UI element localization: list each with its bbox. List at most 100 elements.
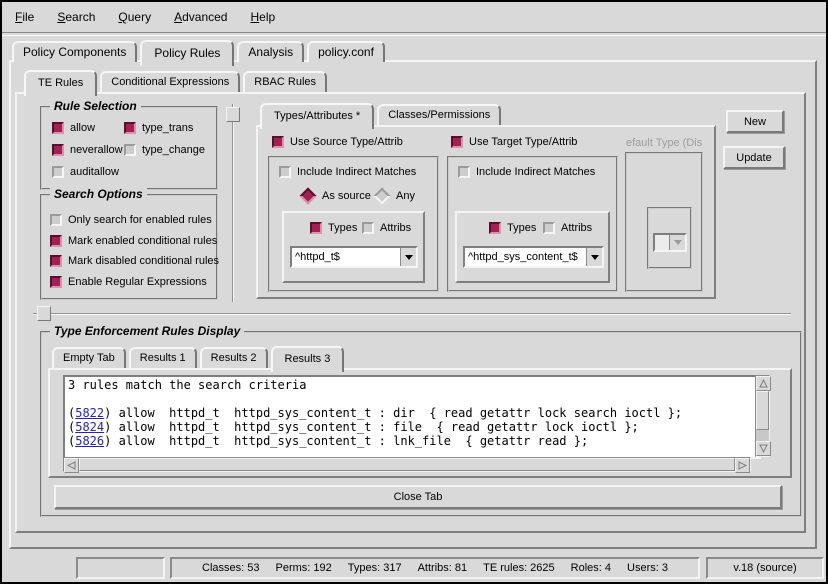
checkbox-label: type_change (142, 144, 205, 156)
stat-types: Types: 317 (348, 562, 402, 574)
stat-attribs: Attribs: 81 (418, 562, 468, 574)
menu-search[interactable]: Search (50, 7, 102, 27)
scroll-up-button[interactable] (756, 376, 771, 391)
checkbox-mark-disabled-conditional[interactable]: Mark disabled conditional rules (50, 255, 219, 267)
checkbox-label: Types (507, 222, 536, 234)
rule-id-link[interactable]: 5822 (75, 406, 104, 420)
checkbox-source-attribs[interactable]: Attribs (362, 222, 411, 234)
checkbox-auditallow[interactable]: auditallow (52, 166, 119, 178)
tab-rbac-rules[interactable]: RBAC Rules (243, 71, 327, 92)
menu-help[interactable]: Help (243, 7, 282, 27)
tab-results-2[interactable]: Results 2 (200, 347, 268, 368)
rule-selection-frame: Rule Selection allow type_trans neverall… (40, 106, 218, 190)
tab-empty-tab[interactable]: Empty Tab (52, 347, 126, 368)
horizontal-sash-handle[interactable] (37, 306, 51, 321)
checkbox-label: Attribs (561, 222, 592, 234)
checkbox-enable-regex[interactable]: Enable Regular Expressions (50, 276, 207, 288)
new-button[interactable]: New (726, 110, 784, 133)
checkbox-type-trans[interactable]: type_trans (124, 122, 193, 134)
checkbox-indicator (50, 276, 62, 288)
vertical-scrollbar[interactable] (755, 375, 770, 457)
tab-results-3[interactable]: Results 3 (271, 346, 345, 372)
scroll-right-button[interactable] (735, 458, 750, 473)
new-button-label: New (744, 116, 766, 128)
tab-types-attributes[interactable]: Types/Attributes * (260, 103, 374, 129)
checkbox-target-indirect[interactable]: Include Indirect Matches (458, 166, 595, 178)
close-tab-button[interactable]: Close Tab (54, 485, 782, 509)
target-type-combobox[interactable]: ^httpd_sys_content_t$ (463, 246, 604, 268)
types-attributes-page: Use Source Type/Attrib Include Indirect … (256, 125, 716, 299)
horizontal-sash (33, 313, 791, 315)
checkbox-target-attribs[interactable]: Attribs (543, 222, 592, 234)
source-type-combobox[interactable]: ^httpd_t$ (290, 246, 418, 268)
apol-window: File Search Query Advanced Help Policy C… (0, 0, 828, 584)
menu-advanced[interactable]: Advanced (167, 7, 234, 27)
tab-analysis[interactable]: Analysis (237, 41, 304, 62)
default-type-frame (625, 152, 703, 292)
source-type-combobox-value[interactable]: ^httpd_t$ (292, 248, 400, 266)
checkbox-only-enabled-rules[interactable]: Only search for enabled rules (50, 214, 212, 226)
statusbar-version-cell: v.18 (source) (706, 557, 824, 579)
checkbox-indicator (124, 122, 136, 134)
checkbox-label: neverallow (70, 144, 123, 156)
rule-id-link[interactable]: 5824 (75, 420, 104, 434)
tab-results-1[interactable]: Results 1 (129, 347, 197, 368)
main-tab-bar: Policy Components Policy Rules Analysis … (12, 38, 388, 64)
tab-conditional-expressions[interactable]: Conditional Expressions (100, 71, 240, 92)
tab-policy-conf[interactable]: policy.conf (307, 41, 385, 62)
default-type-inner-frame (647, 207, 692, 269)
results-page: 3 rules match the search criteria (5822)… (48, 368, 792, 478)
source-types-attribs-frame: Types Attribs ^httpd_t$ (282, 211, 425, 283)
checkbox-neverallow[interactable]: neverallow (52, 144, 123, 156)
checkbox-indicator (50, 235, 62, 247)
source-type-combobox-button[interactable] (400, 248, 416, 266)
checkbox-source-types[interactable]: Types (310, 222, 357, 234)
checkbox-use-target-type[interactable]: Use Target Type/Attrib (451, 136, 577, 148)
horizontal-scrollbar[interactable] (63, 457, 751, 472)
results-textarea[interactable]: 3 rules match the search criteria (5822)… (63, 375, 761, 459)
policy-version-label: v.18 (source) (733, 562, 796, 574)
stat-users: Users: 3 (627, 562, 668, 574)
checkbox-indicator (124, 144, 136, 156)
target-type-combobox-value[interactable]: ^httpd_sys_content_t$ (465, 248, 586, 266)
checkbox-indicator (458, 166, 470, 178)
horizontal-scrollbar-thumb[interactable] (79, 458, 735, 471)
checkbox-type-change[interactable]: type_change (124, 144, 205, 156)
update-button[interactable]: Update (723, 146, 785, 169)
statusbar-stats-cell: Classes: 53 Perms: 192 Types: 317 Attrib… (170, 557, 700, 579)
search-options-frame: Search Options Only search for enabled r… (40, 194, 218, 300)
tab-policy-rules[interactable]: Policy Rules (140, 40, 234, 66)
checkbox-label: Mark enabled conditional rules (68, 235, 217, 247)
vertical-sash-handle[interactable] (226, 107, 240, 122)
checkbox-label: Only search for enabled rules (68, 214, 212, 226)
tab-te-rules[interactable]: TE Rules (24, 70, 97, 96)
radio-any[interactable]: Any (374, 190, 415, 202)
results-summary: 3 rules match the search criteria (68, 378, 756, 392)
rule-id-link[interactable]: 5826 (75, 434, 104, 448)
radio-indicator (300, 188, 317, 205)
checkbox-use-source-type[interactable]: Use Source Type/Attrib (272, 136, 403, 148)
checkbox-allow[interactable]: allow (52, 122, 95, 134)
default-type-combobox (653, 233, 687, 252)
vertical-scrollbar-trough[interactable] (756, 430, 769, 441)
target-type-combobox-button[interactable] (586, 248, 602, 266)
scroll-left-button[interactable] (64, 458, 79, 473)
checkbox-source-indirect[interactable]: Include Indirect Matches (279, 166, 416, 178)
radio-as-source[interactable]: As source (300, 190, 371, 202)
checkbox-indicator (310, 222, 322, 234)
vertical-scrollbar-thumb[interactable] (756, 391, 769, 430)
checkbox-indicator (362, 222, 374, 234)
chevron-down-icon (591, 255, 599, 260)
scroll-down-button[interactable] (756, 441, 771, 456)
tab-policy-components[interactable]: Policy Components (12, 41, 137, 62)
te-rules-display-frame: Type Enforcement Rules Display Empty Tab… (40, 331, 802, 517)
vertical-sash (232, 104, 234, 302)
checkbox-indicator (52, 166, 64, 178)
checkbox-mark-enabled-conditional[interactable]: Mark enabled conditional rules (50, 235, 217, 247)
checkbox-target-types[interactable]: Types (489, 222, 536, 234)
menu-query[interactable]: Query (111, 7, 158, 27)
menu-file[interactable]: File (8, 7, 41, 27)
arrow-down-icon (759, 444, 768, 453)
tab-classes-permissions[interactable]: Classes/Permissions (377, 104, 501, 125)
target-types-attribs-frame: Types Attribs ^httpd_sys_content_t$ (455, 211, 610, 283)
